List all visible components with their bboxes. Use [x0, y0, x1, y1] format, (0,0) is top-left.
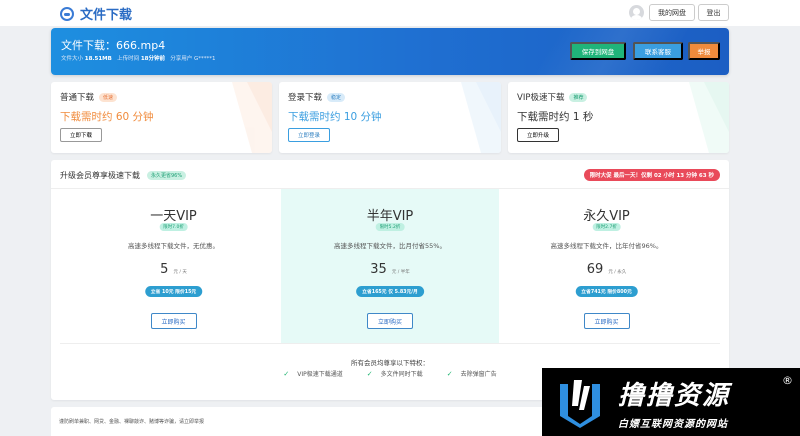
download-now-button[interactable]: 立即下载 — [60, 128, 102, 142]
plan-unit: 元 / 永久 — [608, 270, 627, 275]
plan-discount: 限时7.0折 — [159, 223, 188, 231]
login-now-button[interactable]: 立即登录 — [288, 128, 330, 142]
file-banner: 文件下载：666.mp4 文件大小 18.51MB 上传时间 18分钟前 分享用… — [51, 28, 729, 75]
save-to-disk-button[interactable]: 保存到网盘 — [570, 42, 626, 60]
check-icon: ✓ — [446, 369, 453, 378]
page-title: 文件下载 — [80, 8, 133, 23]
speed-tag: 推荐 — [569, 92, 588, 102]
my-disk-button[interactable]: 我的网盘 — [649, 4, 695, 21]
upload-label: 上传时间 — [117, 56, 140, 62]
speed-estimate: 下载需时约 60 分钟 — [60, 111, 154, 123]
plan-savings: 立省741元 限价800元 — [575, 286, 638, 297]
share-label: 分享用户 — [170, 56, 193, 62]
plan-name: 半年VIP — [366, 209, 414, 224]
plan-unit: 元 / 天 — [173, 270, 187, 275]
speed-tag: 低速 — [99, 92, 118, 102]
check-icon: ✓ — [283, 369, 290, 378]
upload-value: 18分钟前 — [140, 56, 165, 62]
buy-now-button[interactable]: 立即购买 — [583, 313, 630, 329]
card-title: 普通下载 — [60, 93, 95, 103]
plan-unit: 元 / 半年 — [391, 270, 410, 275]
watermark-title: 撸撸资源 — [618, 381, 731, 411]
plan-discount: 限时5.2折 — [375, 223, 405, 231]
vip-panel-title: 升级会员尊享极速下载 — [60, 171, 140, 180]
file-title: 文件下载：666.mp4 — [61, 39, 166, 52]
anti-fraud-notice: 谨防刷单兼职、网贷、金融、裸聊敲诈、赌博等诈骗，请立即举报 — [59, 419, 205, 425]
privileges-title: 所有会员均尊享以下特权： — [351, 359, 429, 367]
plan-card-half-year: 半年VIP 限时5.2折 高速多线程下载文件，比月付省55%。 35 元 / 半… — [281, 189, 499, 343]
speed-estimate: 下载需时约 10 分钟 — [288, 111, 382, 123]
login-download-card: 登录下载 稳定 下载需时约 10 分钟 立即登录 — [279, 82, 501, 153]
watermark-logo-icon — [560, 380, 600, 428]
privilege-label: VIP极速下载通道 — [297, 371, 343, 378]
plan-savings: 立省 10元 限价15元 — [144, 286, 203, 297]
plan-name: 一天VIP — [150, 209, 197, 224]
plan-card-day: 一天VIP 限时7.0折 高速多线程下载文件，无优惠。 5 元 / 天 立省 1… — [66, 189, 281, 343]
registered-mark: ® — [782, 374, 793, 387]
plan-price: 35 — [370, 262, 387, 277]
normal-download-card: 普通下载 低速 下载需时约 60 分钟 立即下载 — [51, 82, 272, 153]
file-meta: 文件大小 18.51MB 上传时间 18分钟前 分享用户 G*****1 — [61, 54, 216, 62]
plan-savings: 立省165元 仅 5.83元/月 — [356, 286, 424, 297]
check-icon: ✓ — [366, 369, 373, 378]
share-value: G*****1 — [194, 56, 216, 62]
avatar[interactable] — [629, 5, 644, 20]
privilege-label: 去除弹窗广告 — [460, 371, 497, 378]
plan-desc: 高速多线程下载文件，比年付省96%。 — [550, 242, 663, 250]
vip-download-card: VIP极速下载 推荐 下载需时约 1 秒 立即升级 — [508, 82, 729, 153]
speed-estimate: 下载需时约 1 秒 — [517, 111, 594, 123]
plan-desc: 高速多线程下载文件，比月付省55%。 — [334, 242, 446, 250]
speed-tag: 稳定 — [327, 92, 346, 102]
plan-name: 永久VIP — [583, 209, 630, 224]
contact-support-button[interactable]: 联系客服 — [633, 42, 683, 60]
plan-card-permanent: 永久VIP 限时2.7折 高速多线程下载文件，比年付省96%。 69 元 / 永… — [499, 189, 714, 343]
watermark: 撸撸资源 ® 白嫖互联网资源的网站 — [542, 368, 800, 436]
upgrade-now-button[interactable]: 立即升级 — [517, 128, 559, 142]
size-label: 文件大小 — [61, 56, 84, 62]
vip-tag: 永久更省96% — [147, 171, 187, 180]
divider — [60, 343, 720, 344]
privilege-item: ✓ 多文件同时下载 — [366, 369, 423, 379]
plan-desc: 高速多线程下载文件，无优惠。 — [128, 242, 219, 250]
countdown-badge: 限时大促 最后一天！仅剩 02 小时 13 分钟 63 秒 — [583, 169, 720, 181]
vip-panel: 升级会员尊享极速下载 永久更省96% 限时大促 最后一天！仅剩 02 小时 13… — [51, 160, 729, 400]
size-value: 18.51MB — [84, 56, 112, 62]
top-bar: 文件下载 我的网盘 登出 — [0, 0, 800, 26]
buy-now-button[interactable]: 立即购买 — [150, 313, 197, 329]
plan-discount: 限时2.7折 — [592, 223, 621, 231]
site-logo[interactable]: 文件下载 — [60, 4, 132, 23]
card-title: VIP极速下载 — [517, 93, 565, 103]
privilege-item: ✓ VIP极速下载通道 — [283, 369, 343, 379]
card-title: 登录下载 — [288, 93, 323, 103]
card-decoration-icon — [232, 82, 272, 153]
report-button[interactable]: 举报 — [688, 42, 720, 60]
privilege-item: ✓ 去除弹窗广告 — [446, 369, 497, 379]
logout-button[interactable]: 登出 — [698, 4, 729, 21]
plan-price: 69 — [586, 262, 604, 277]
card-decoration-icon — [689, 82, 729, 153]
buy-now-button[interactable]: 立即购买 — [367, 313, 413, 329]
plan-price: 5 — [160, 262, 169, 277]
watermark-subtitle: 白嫖互联网资源的网站 — [618, 419, 728, 430]
privilege-label: 多文件同时下载 — [380, 371, 423, 378]
card-decoration-icon — [461, 82, 501, 153]
cloud-logo-icon — [60, 6, 74, 21]
